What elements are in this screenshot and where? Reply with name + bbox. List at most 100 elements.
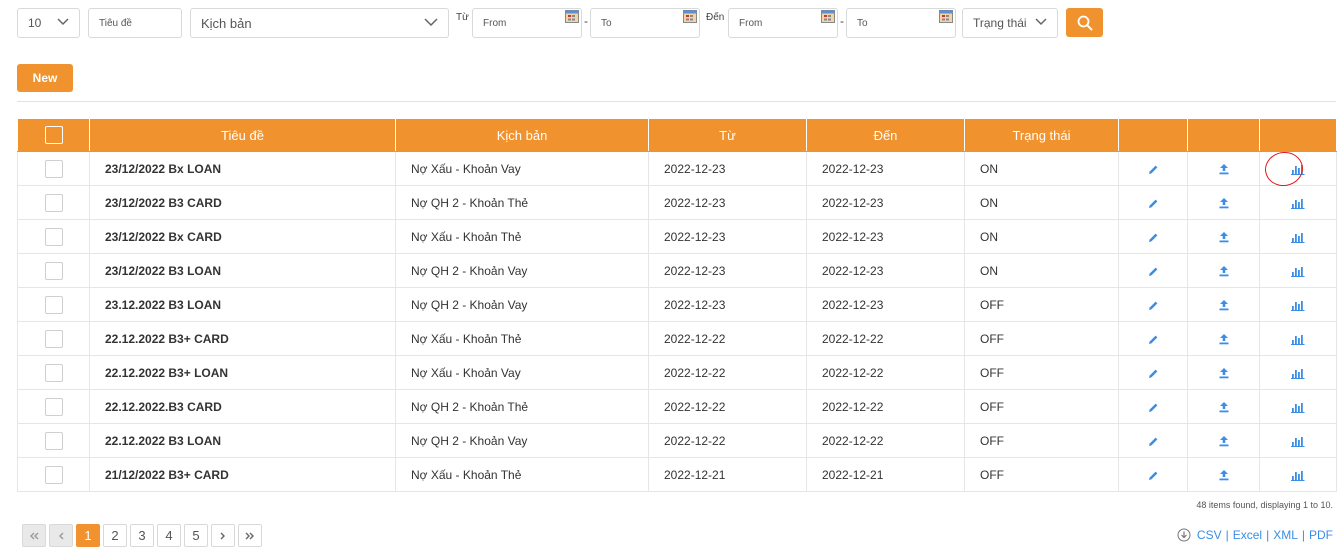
new-button[interactable]: New [17, 64, 73, 92]
row-to-date: 2022-12-22 [806, 321, 965, 356]
edit-button[interactable] [1118, 185, 1188, 220]
export-csv-link[interactable]: CSV [1197, 528, 1222, 542]
calendar-icon[interactable] [565, 10, 579, 23]
select-all-checkbox[interactable] [44, 126, 63, 144]
header-from[interactable]: Từ [648, 118, 807, 152]
row-checkbox[interactable] [44, 329, 63, 348]
row-script-link[interactable]: Nợ Xấu - Khoản Vay [395, 151, 649, 186]
report-button[interactable] [1259, 185, 1337, 220]
row-script-link[interactable]: Nợ Xấu - Khoản Thẻ [395, 219, 649, 254]
upload-button[interactable] [1187, 355, 1260, 390]
export-excel-link[interactable]: Excel [1233, 528, 1262, 542]
upload-icon [1219, 436, 1228, 447]
report-button[interactable] [1259, 457, 1337, 492]
edit-button[interactable] [1118, 423, 1188, 458]
page-3-button[interactable]: 3 [130, 524, 154, 547]
row-script-link[interactable]: Nợ Xấu - Khoản Thẻ [395, 457, 649, 492]
date-range-dash: - [584, 14, 588, 28]
row-checkbox[interactable] [44, 465, 63, 484]
export-pdf-link[interactable]: PDF [1309, 528, 1333, 542]
row-checkbox[interactable] [44, 397, 63, 416]
to-start-date[interactable]: From [728, 8, 838, 38]
search-button[interactable] [1066, 8, 1103, 37]
header-script[interactable]: Kịch bản [395, 118, 649, 152]
edit-button[interactable] [1118, 321, 1188, 356]
report-button[interactable] [1259, 389, 1337, 424]
status-select[interactable]: Trạng thái [962, 8, 1058, 38]
upload-button[interactable] [1187, 389, 1260, 424]
row-script-link[interactable]: Nợ QH 2 - Khoản Vay [395, 253, 649, 288]
calendar-icon[interactable] [683, 10, 697, 23]
edit-button[interactable] [1118, 219, 1188, 254]
report-button[interactable] [1259, 287, 1337, 322]
report-button[interactable] [1259, 321, 1337, 356]
row-checkbox[interactable] [44, 159, 63, 178]
header-status[interactable]: Trạng thái [964, 118, 1119, 152]
row-checkbox[interactable] [44, 431, 63, 450]
upload-button[interactable] [1187, 423, 1260, 458]
edit-button[interactable] [1118, 389, 1188, 424]
row-title: 23.12.2022 B3 LOAN [89, 287, 396, 322]
page-4-button[interactable]: 4 [157, 524, 181, 547]
from-start-date[interactable]: From [472, 8, 582, 38]
header-title[interactable]: Tiêu đề [89, 118, 396, 152]
header-to[interactable]: Đến [806, 118, 965, 152]
row-from-date: 2022-12-23 [648, 185, 807, 220]
edit-button[interactable] [1118, 253, 1188, 288]
from-start-placeholder: From [483, 17, 507, 29]
first-page-button[interactable] [22, 524, 46, 547]
calendar-icon[interactable] [939, 10, 953, 23]
export-xml-link[interactable]: XML [1273, 528, 1298, 542]
last-page-button[interactable] [238, 524, 262, 547]
next-page-button[interactable] [211, 524, 235, 547]
edit-button[interactable] [1118, 355, 1188, 390]
from-end-date[interactable]: To [590, 8, 700, 38]
row-title: 22.12.2022 B3+ LOAN [89, 355, 396, 390]
upload-button[interactable] [1187, 253, 1260, 288]
prev-page-button[interactable] [49, 524, 73, 547]
upload-button[interactable] [1187, 287, 1260, 322]
row-to-date: 2022-12-22 [806, 355, 965, 390]
upload-button[interactable] [1187, 185, 1260, 220]
row-to-date: 2022-12-22 [806, 423, 965, 458]
title-input[interactable]: Tiêu đề [88, 8, 182, 38]
row-script-link[interactable]: Nợ Xấu - Khoản Vay [395, 355, 649, 390]
page-size-select[interactable]: 10 [17, 8, 80, 38]
row-script-link[interactable]: Nợ Xấu - Khoản Thẻ [395, 321, 649, 356]
report-button[interactable] [1259, 355, 1337, 390]
separator: | [1266, 528, 1270, 542]
row-checkbox[interactable] [44, 193, 63, 212]
row-checkbox[interactable] [44, 363, 63, 382]
row-checkbox[interactable] [44, 295, 63, 314]
row-status: OFF [964, 389, 1119, 424]
row-select-cell [17, 151, 90, 186]
row-script-link[interactable]: Nợ QH 2 - Khoản Thẻ [395, 389, 649, 424]
row-checkbox[interactable] [44, 227, 63, 246]
calendar-icon[interactable] [821, 10, 835, 23]
edit-button[interactable] [1118, 287, 1188, 322]
page-1-button[interactable]: 1 [76, 524, 100, 547]
to-start-placeholder: From [739, 17, 763, 29]
report-button[interactable] [1259, 253, 1337, 288]
to-end-date[interactable]: To [846, 8, 956, 38]
page-2-button[interactable]: 2 [103, 524, 127, 547]
pencil-icon [1148, 233, 1157, 242]
upload-button[interactable] [1187, 219, 1260, 254]
row-status: ON [964, 253, 1119, 288]
row-from-date: 2022-12-23 [648, 219, 807, 254]
report-button[interactable] [1259, 423, 1337, 458]
page-5-button[interactable]: 5 [184, 524, 208, 547]
bar-chart-icon [1291, 232, 1305, 243]
upload-button[interactable] [1187, 151, 1260, 186]
upload-button[interactable] [1187, 321, 1260, 356]
row-script-link[interactable]: Nợ QH 2 - Khoản Thẻ [395, 185, 649, 220]
table-row: 22.12.2022.B3 CARD Nợ QH 2 - Khoản Thẻ 202… [17, 389, 1337, 424]
upload-button[interactable] [1187, 457, 1260, 492]
edit-button[interactable] [1118, 151, 1188, 186]
row-checkbox[interactable] [44, 261, 63, 280]
row-script-link[interactable]: Nợ QH 2 - Khoản Vay [395, 423, 649, 458]
report-button[interactable] [1259, 219, 1337, 254]
edit-button[interactable] [1118, 457, 1188, 492]
row-script-link[interactable]: Nợ QH 2 - Khoản Vay [395, 287, 649, 322]
script-select[interactable]: Kịch bản [190, 8, 449, 38]
